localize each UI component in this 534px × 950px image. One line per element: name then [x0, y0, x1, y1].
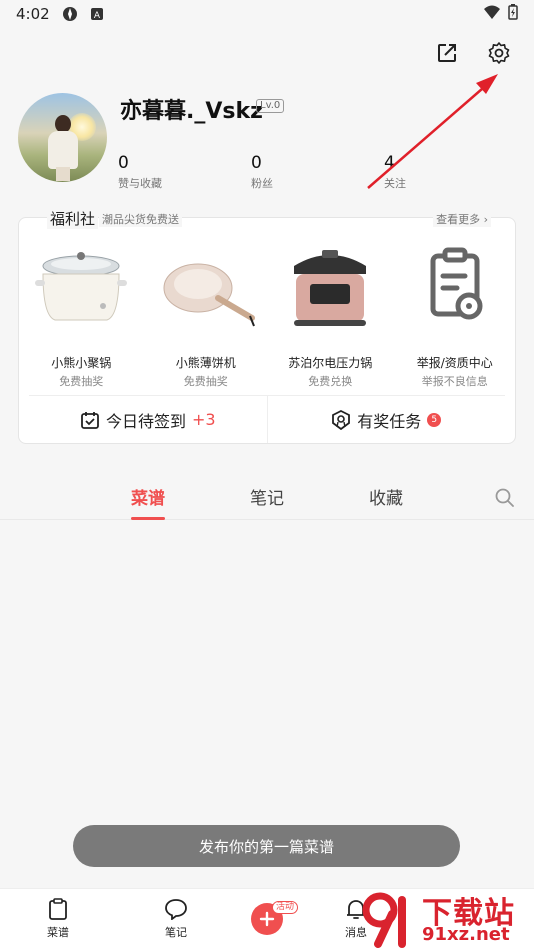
stat-value: 0	[118, 153, 129, 173]
gear-icon	[488, 42, 510, 64]
clipboard-icon	[49, 898, 67, 920]
svg-text:A: A	[94, 11, 101, 21]
hot-pot-image	[31, 236, 131, 336]
product-name: 苏泊尔电压力锅	[288, 356, 373, 370]
stat-fans[interactable]: 0 粉丝	[251, 153, 273, 191]
stat-value: 0	[251, 153, 262, 173]
reward-tasks-button[interactable]: 有奖任务 5	[266, 396, 506, 443]
nav-recipes[interactable]: 菜谱	[28, 897, 88, 940]
product-list: 小熊小聚锅 免费抽奖 小熊薄饼机 免费抽奖 苏泊尔电压力锅 免费兑换 举报/资质…	[19, 236, 518, 388]
profile-header: 亦暮暮._Vskz Lv.0 0 赞与收藏 0 粉丝 4 关注	[18, 93, 518, 193]
content-tabs: 菜谱 笔记 收藏	[0, 478, 534, 520]
nav-label: 菜谱	[47, 926, 69, 939]
stat-label: 粉丝	[251, 177, 273, 190]
product-name: 举报/资质中心	[416, 356, 493, 370]
stat-value: 4	[384, 153, 395, 173]
checkin-label: 今日待签到	[105, 411, 186, 431]
username: 亦暮暮._Vskz	[120, 99, 263, 124]
plus-icon	[259, 911, 275, 927]
stat-label: 赞与收藏	[118, 177, 162, 190]
watermark-url: 91xz.net	[422, 924, 510, 945]
tasks-label: 有奖任务	[357, 411, 422, 431]
share-icon	[438, 44, 456, 62]
report-clipboard-icon	[405, 236, 505, 336]
tab-notes[interactable]: 笔记	[250, 484, 284, 509]
product-item[interactable]: 苏泊尔电压力锅 免费兑换	[268, 236, 393, 388]
search-icon	[495, 488, 514, 507]
crepe-maker-image	[156, 236, 256, 336]
product-name: 小熊薄饼机	[175, 356, 236, 370]
nav-notes[interactable]: 笔记	[146, 897, 206, 940]
level-badge[interactable]: Lv.0	[256, 99, 285, 113]
tab-favorites[interactable]: 收藏	[369, 484, 403, 509]
product-item[interactable]: 举报/资质中心 举报不良信息	[393, 236, 518, 388]
tasks-badge: 5	[427, 412, 442, 427]
status-time: 4:02	[16, 5, 50, 23]
checkin-bonus: +3	[191, 410, 216, 429]
watermark-logo-icon	[360, 892, 416, 948]
welfare-card: 福利社 潮品尖货免费送 查看更多 › 小熊小聚锅 免费抽奖 小熊薄饼机 免费抽奖…	[18, 208, 518, 444]
welfare-subtitle: 潮品尖货免费送	[99, 211, 182, 227]
wifi-icon	[484, 5, 500, 23]
daily-checkin-button[interactable]: 今日待签到 +3	[29, 396, 267, 443]
pressure-cooker-image	[280, 236, 380, 336]
welfare-actions: 今日待签到 +3 有奖任务 5	[29, 395, 505, 443]
see-more-link[interactable]: 查看更多 ›	[433, 211, 491, 227]
publish-toast[interactable]: 发布你的第一篇菜谱	[73, 825, 460, 867]
tab-recipes[interactable]: 菜谱	[131, 484, 165, 520]
app-notification-icon	[62, 6, 78, 22]
settings-button[interactable]	[486, 40, 512, 66]
site-watermark: 下载站 91xz.net	[360, 888, 530, 948]
product-desc: 免费抽奖	[183, 375, 228, 388]
text-notification-icon: A	[90, 7, 104, 21]
chat-bubble-icon	[165, 899, 187, 920]
product-desc: 举报不良信息	[421, 375, 488, 388]
stat-likes[interactable]: 0 赞与收藏	[118, 153, 162, 191]
nav-label: 笔记	[165, 926, 187, 939]
top-actions	[434, 40, 512, 66]
product-name: 小熊小聚锅	[51, 356, 112, 370]
product-item[interactable]: 小熊薄饼机 免费抽奖	[144, 236, 269, 388]
avatar[interactable]	[18, 93, 107, 182]
product-desc: 免费抽奖	[59, 375, 104, 388]
share-button[interactable]	[434, 40, 460, 66]
product-desc: 免费兑换	[308, 375, 353, 388]
status-bar: 4:02 A	[0, 0, 534, 28]
welfare-title: 福利社	[47, 208, 99, 229]
calendar-check-icon	[81, 411, 99, 429]
stat-label: 关注	[384, 177, 406, 190]
stat-following[interactable]: 4 关注	[384, 153, 406, 191]
battery-icon	[508, 4, 518, 24]
event-tag: 活动	[272, 901, 299, 914]
product-item[interactable]: 小熊小聚锅 免费抽奖	[19, 236, 144, 388]
medal-icon	[332, 409, 351, 430]
search-button[interactable]	[494, 487, 516, 509]
